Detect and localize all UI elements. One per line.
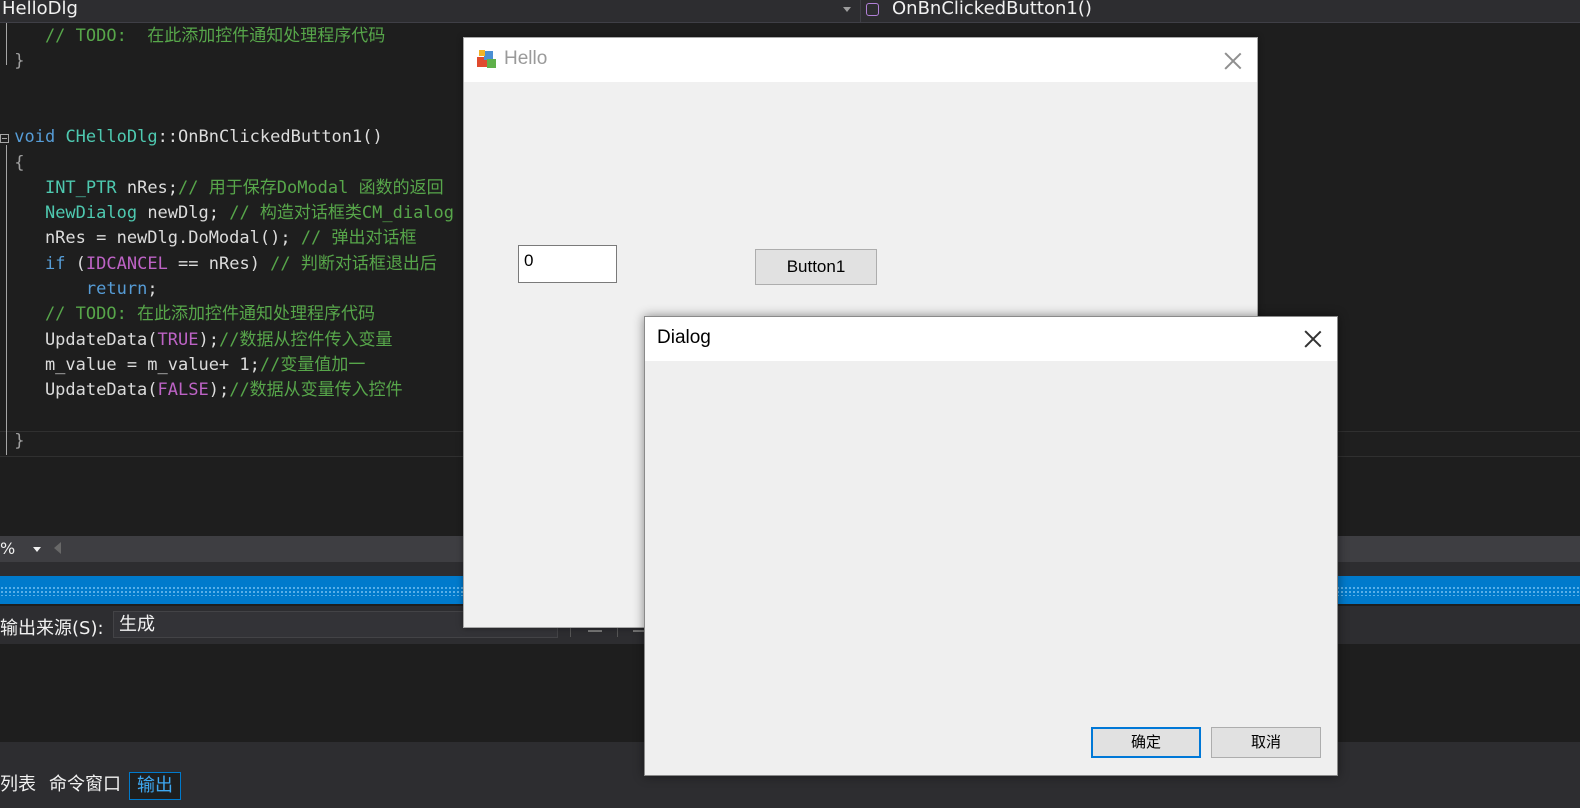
code-token: // 构造对话框类CM_dialog [229, 203, 455, 223]
code-token: ); [208, 380, 230, 400]
code-token: // 弹出对话框 [300, 228, 417, 248]
code-line: return; [4, 277, 158, 302]
code-line: // TODO: 在此添加控件通知处理程序代码 [4, 24, 385, 49]
code-line: void CHelloDlg::OnBnClickedButton1() [4, 125, 383, 150]
value-edit-box[interactable]: 0 [518, 245, 617, 283]
dialog-title: Dialog [657, 327, 711, 348]
button1[interactable]: Button1 [755, 249, 877, 285]
outline-line [6, 145, 7, 455]
code-line: INT_PTR nRes;// 用于保存DoModal 函数的返回 [4, 176, 444, 201]
code-token: FALSE [157, 380, 209, 400]
code-token: } [4, 51, 25, 71]
chevron-down-icon[interactable] [33, 547, 41, 552]
collapse-icon[interactable] [0, 134, 9, 143]
outline-line [6, 23, 7, 65]
code-line: if (IDCANCEL == nRes) // 判断对话框退出后 [4, 252, 437, 277]
tab-output[interactable]: 输出 [129, 772, 181, 800]
code-token: CHelloDlg [65, 127, 158, 147]
code-token: } [4, 431, 25, 451]
code-line: } [4, 49, 24, 74]
tab-error-list[interactable]: 列表 [0, 772, 36, 800]
code-token: ); [198, 330, 219, 350]
code-token: // TODO: 在此添加控件通知处理程序代码 [4, 304, 376, 324]
code-line: // TODO: 在此添加控件通知处理程序代码 [4, 302, 375, 327]
code-token: INT_PTR [44, 178, 117, 198]
code-token: //数据从变量传入控件 [229, 380, 403, 400]
code-token: ( [65, 254, 86, 274]
code-token: nRes; [116, 178, 179, 198]
code-token: UpdateData( [4, 380, 158, 400]
code-token: { [4, 153, 25, 173]
output-source-value: 生成 [119, 614, 155, 635]
code-line: { [4, 151, 24, 176]
ok-button[interactable]: 确定 [1091, 727, 1201, 758]
code-token: // 用于保存DoModal 函数的返回 [178, 178, 444, 198]
hello-title: Hello [504, 48, 548, 69]
code-token: IDCANCEL [85, 254, 168, 274]
close-icon[interactable] [1224, 52, 1242, 70]
code-token: m_value = m_value+ 1; [4, 355, 260, 375]
member-dropdown-value: OnBnClickedButton1() [892, 0, 1092, 19]
code-token: NewDialog [44, 203, 138, 223]
navigation-bar: HelloDlg OnBnClickedButton1() [0, 0, 1580, 23]
code-token: //变量值加一 [259, 355, 366, 375]
dialog-title-bar[interactable]: Dialog [645, 317, 1337, 361]
code-line: UpdateData(FALSE);//数据从变量传入控件 [4, 378, 403, 403]
code-token: //数据从控件传入变量 [218, 330, 393, 350]
code-token: nRes = newDlg.DoModal(); [4, 228, 301, 248]
code-line: NewDialog newDlg; // 构造对话框类CM_dialog [4, 201, 454, 226]
zoom-level[interactable]: % [0, 539, 15, 558]
close-icon[interactable] [1304, 330, 1322, 348]
code-token: newDlg; [137, 203, 230, 223]
divider [860, 0, 861, 22]
class-dropdown[interactable]: HelloDlg [0, 0, 858, 22]
code-line: m_value = m_value+ 1;//变量值加一 [4, 353, 365, 378]
code-token: if [44, 254, 66, 274]
hello-title-bar[interactable]: Hello [464, 38, 1257, 82]
cancel-button[interactable]: 取消 [1211, 727, 1321, 758]
code-line: UpdateData(TRUE);//数据从控件传入变量 [4, 328, 393, 353]
code-token: // TODO: 在此添加控件通知处理程序代码 [4, 26, 386, 46]
code-token: TRUE [157, 330, 199, 350]
chevron-down-icon[interactable] [843, 7, 851, 12]
code-token: void [4, 127, 56, 147]
code-token: UpdateData( [4, 330, 158, 350]
app-icon [477, 50, 496, 68]
code-token: ; [147, 279, 158, 299]
code-token: == nRes) [167, 254, 271, 274]
scroll-left-icon[interactable] [54, 542, 61, 554]
new-dialog-window: Dialog 确定 取消 [644, 316, 1338, 776]
method-icon [866, 3, 879, 16]
code-token: ::OnBnClickedButton1() [157, 127, 383, 147]
output-source-label: 输出来源(S): [0, 618, 104, 639]
class-dropdown-value: HelloDlg [2, 0, 78, 19]
code-token: // 判断对话框退出后 [270, 254, 437, 274]
code-token: return [85, 279, 148, 299]
code-line: nRes = newDlg.DoModal(); // 弹出对话框 [4, 226, 417, 251]
tab-command-window[interactable]: 命令窗口 [49, 772, 121, 800]
code-line: } [4, 429, 24, 454]
